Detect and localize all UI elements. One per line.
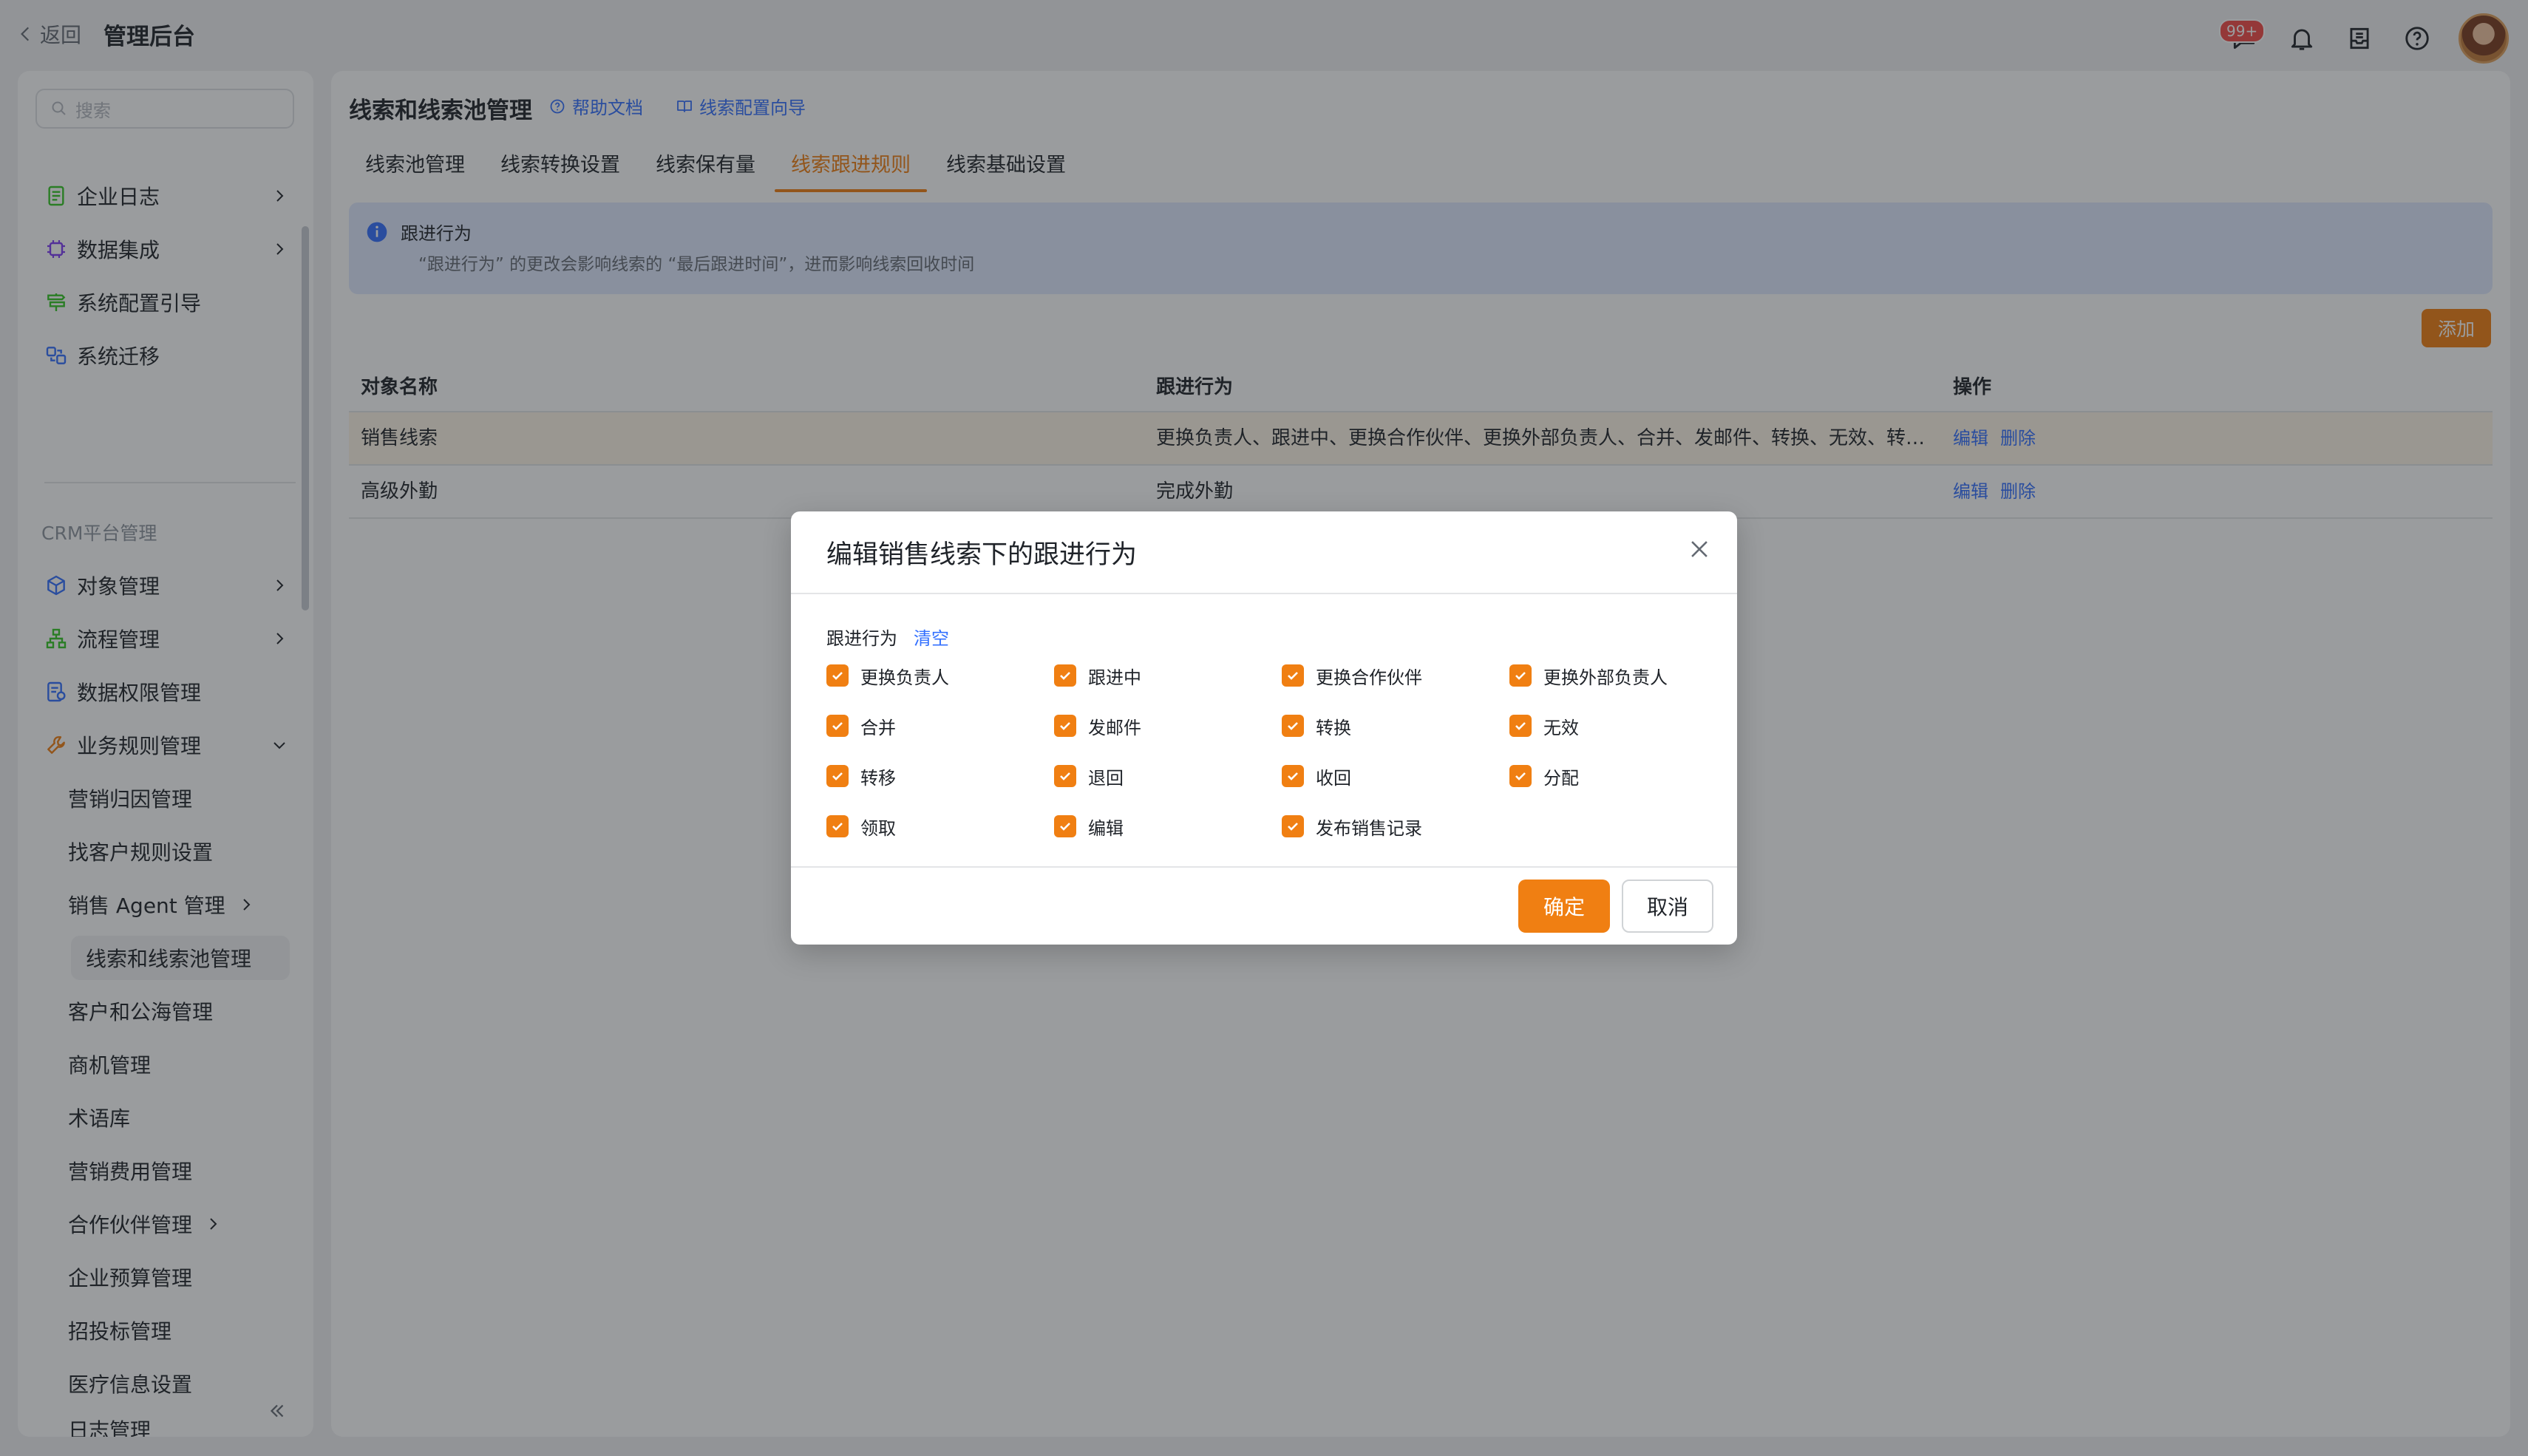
close-icon[interactable] [1687, 537, 1712, 562]
checkbox-label: 转换 [1316, 717, 1351, 738]
confirm-button[interactable]: 确定 [1518, 880, 1610, 933]
checkbox-reclaim[interactable]: 收回 [1282, 761, 1351, 791]
checkbox-edit[interactable]: 编辑 [1054, 812, 1124, 841]
dialog-divider [791, 593, 1737, 594]
checkbox-checked-icon [1054, 715, 1076, 737]
checkbox-transfer[interactable]: 转移 [826, 761, 896, 791]
checkbox-label: 退回 [1088, 767, 1124, 789]
checkbox-checked-icon [1054, 815, 1076, 837]
checkbox-label: 分配 [1543, 767, 1579, 789]
checkbox-assign[interactable]: 分配 [1509, 761, 1579, 791]
dialog-title: 编辑销售线索下的跟进行为 [826, 540, 1138, 570]
checkbox-label: 更换外部负责人 [1543, 667, 1668, 688]
edit-followup-dialog: 编辑销售线索下的跟进行为 跟进行为 清空 更换负责人 跟进中 更换合作伙伴 更换… [791, 511, 1737, 945]
checkbox-change-external-owner[interactable]: 更换外部负责人 [1509, 661, 1668, 690]
checkbox-checked-icon [826, 664, 849, 687]
checkbox-convert[interactable]: 转换 [1282, 711, 1351, 741]
checkbox-following[interactable]: 跟进中 [1054, 661, 1141, 690]
dialog-footer-divider [791, 866, 1737, 868]
checkbox-label: 收回 [1316, 767, 1351, 789]
checkbox-change-owner[interactable]: 更换负责人 [826, 661, 949, 690]
checkbox-merge[interactable]: 合并 [826, 711, 896, 741]
checkbox-checked-icon [826, 815, 849, 837]
checkbox-checked-icon [1282, 664, 1304, 687]
clear-link[interactable]: 清空 [914, 624, 949, 650]
checkbox-checked-icon [1054, 664, 1076, 687]
checkbox-label: 编辑 [1088, 817, 1124, 839]
checkbox-label: 发邮件 [1088, 717, 1141, 738]
checkbox-claim[interactable]: 领取 [826, 812, 896, 841]
cancel-button[interactable]: 取消 [1622, 880, 1713, 933]
checkbox-label: 合并 [860, 717, 896, 738]
checkbox-change-partner[interactable]: 更换合作伙伴 [1282, 661, 1422, 690]
checkbox-checked-icon [1282, 765, 1304, 787]
checkbox-label: 更换负责人 [860, 667, 949, 688]
checkbox-checked-icon [826, 765, 849, 787]
checkbox-checked-icon [1282, 815, 1304, 837]
checkbox-checked-icon [1054, 765, 1076, 787]
checkbox-label: 更换合作伙伴 [1316, 667, 1422, 688]
checkbox-checked-icon [826, 715, 849, 737]
checkbox-label: 跟进中 [1088, 667, 1141, 688]
checkbox-checked-icon [1509, 664, 1532, 687]
checkbox-publish-sales-record[interactable]: 发布销售记录 [1282, 812, 1422, 841]
checkbox-label: 无效 [1543, 717, 1579, 738]
checkbox-checked-icon [1509, 715, 1532, 737]
field-label: 跟进行为 [826, 628, 897, 649]
checkbox-label: 发布销售记录 [1316, 817, 1422, 839]
checkbox-label: 转移 [860, 767, 896, 789]
checkbox-label: 领取 [860, 817, 896, 839]
checkbox-checked-icon [1509, 765, 1532, 787]
checkbox-checked-icon [1282, 715, 1304, 737]
checkbox-send-email[interactable]: 发邮件 [1054, 711, 1141, 741]
checkbox-invalid[interactable]: 无效 [1509, 711, 1579, 741]
checkbox-return[interactable]: 退回 [1054, 761, 1124, 791]
